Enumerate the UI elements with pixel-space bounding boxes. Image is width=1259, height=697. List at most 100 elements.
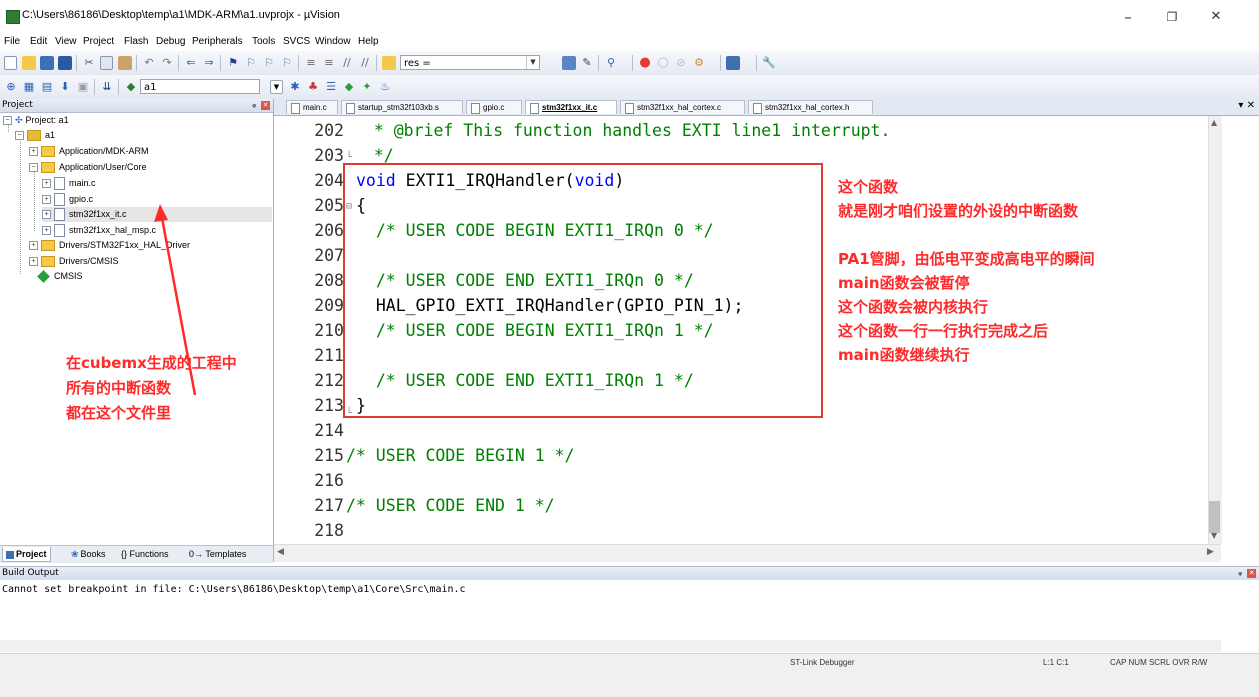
new-file-icon[interactable] xyxy=(4,56,17,70)
expand-icon[interactable]: + xyxy=(29,241,38,251)
tree-item-group[interactable]: + Application/MDK-ARM xyxy=(29,144,149,159)
menu-debug[interactable]: Debug xyxy=(156,36,185,47)
replace-icon[interactable]: ✎ xyxy=(580,56,594,70)
cut-icon[interactable]: ✂ xyxy=(82,56,96,70)
scroll-thumb[interactable] xyxy=(1209,501,1220,533)
tree-item-target[interactable]: − a1 xyxy=(15,128,55,143)
tab-list-close-icon[interactable]: ▾ ✕ xyxy=(1238,100,1255,111)
tab-templates[interactable]: 0→ Templates xyxy=(186,547,249,561)
expand-icon[interactable]: + xyxy=(29,257,38,267)
menu-flash[interactable]: Flash xyxy=(124,36,148,47)
redo-icon[interactable]: ↷ xyxy=(160,56,174,70)
uncomment-icon[interactable]: // xyxy=(358,56,372,70)
tree-item-file[interactable]: + main.c xyxy=(42,176,96,191)
bookmark-icon[interactable]: ⚑ xyxy=(226,56,240,70)
find-icon[interactable] xyxy=(562,56,576,70)
open-file-icon[interactable] xyxy=(22,56,36,70)
select-packs-icon[interactable]: ♨ xyxy=(378,80,392,94)
tree-item-file[interactable]: + gpio.c xyxy=(42,192,93,207)
batch-build-icon[interactable]: ⬇ xyxy=(58,80,72,94)
pin-icon[interactable]: ᵩ xyxy=(252,99,256,112)
zoom-icon[interactable]: ⚲ xyxy=(604,56,618,70)
comment-icon[interactable]: // xyxy=(340,56,354,70)
tab-startup-s[interactable]: startup_stm32f103xb.s xyxy=(341,100,463,114)
undo-icon[interactable]: ↶ xyxy=(142,56,156,70)
download-icon[interactable]: ⇊ xyxy=(100,80,114,94)
expand-icon[interactable]: + xyxy=(42,226,51,236)
expand-icon[interactable]: + xyxy=(42,195,51,205)
nav-forward-icon[interactable]: ⇒ xyxy=(202,56,216,70)
tree-item-group[interactable]: + Drivers/CMSIS xyxy=(29,254,119,269)
expand-icon[interactable]: + xyxy=(42,210,51,220)
menu-svcs[interactable]: SVCS xyxy=(283,36,310,47)
save-icon[interactable] xyxy=(40,56,54,70)
menu-file[interactable]: File xyxy=(4,36,20,47)
unindent-icon[interactable]: ≡ xyxy=(322,56,336,70)
line-number: 207 xyxy=(314,246,344,265)
menu-tools[interactable]: Tools xyxy=(252,36,275,47)
debug-session-icon[interactable]: ⚙ xyxy=(692,56,706,70)
editor-horizontal-scrollbar[interactable]: ◀ ▶ xyxy=(274,544,1221,562)
window-layout-icon[interactable] xyxy=(726,56,740,70)
tree-item-group[interactable]: − Application/User/Core xyxy=(29,160,147,175)
build-icon[interactable]: ▦ xyxy=(22,80,36,94)
menu-peripherals[interactable]: Peripherals xyxy=(192,36,243,47)
tree-item-project-root[interactable]: − ✣ Project: a1 xyxy=(3,113,69,128)
save-all-icon[interactable] xyxy=(58,56,72,70)
tab-functions[interactable]: {} Functions xyxy=(118,547,172,561)
bookmark-next-icon[interactable]: ⚐ xyxy=(262,56,276,70)
menu-help[interactable]: Help xyxy=(358,36,379,47)
scroll-right-icon[interactable]: ▶ xyxy=(1207,547,1214,557)
find-in-files-icon[interactable] xyxy=(382,56,396,70)
insert-breakpoint-icon[interactable]: ● xyxy=(638,56,652,70)
minimize-button[interactable]: – xyxy=(1108,4,1148,30)
manage-project-icon[interactable]: ♣ xyxy=(306,80,320,94)
rebuild-icon[interactable]: ▤ xyxy=(40,80,54,94)
tree-item-component[interactable]: CMSIS xyxy=(37,269,83,284)
close-button[interactable]: ✕ xyxy=(1196,4,1236,30)
translate-icon[interactable]: ⊕ xyxy=(4,80,18,94)
project-icon: ✣ xyxy=(15,115,23,125)
editor-vertical-scrollbar[interactable]: ▲ ▼ xyxy=(1208,116,1222,544)
tab-hal-cortex-c[interactable]: stm32f1xx_hal_cortex.c xyxy=(620,100,745,114)
annotation-right-1: 这个函数 xyxy=(838,178,899,196)
bookmark-prev-icon[interactable]: ⚐ xyxy=(244,56,258,70)
scroll-left-icon[interactable]: ◀ xyxy=(277,547,284,557)
menu-view[interactable]: View xyxy=(55,36,77,47)
stop-build-icon[interactable]: ▣ xyxy=(76,80,90,94)
disable-breakpoint-icon[interactable]: ○ xyxy=(656,56,670,70)
indent-icon[interactable]: ≡ xyxy=(304,56,318,70)
target-options-icon[interactable]: ✱ xyxy=(288,80,302,94)
pack-installer-icon[interactable]: ✦ xyxy=(360,80,374,94)
close-panel-icon[interactable]: ✕ xyxy=(1247,569,1256,578)
close-panel-icon[interactable]: ✕ xyxy=(261,101,270,110)
expand-icon[interactable]: + xyxy=(29,147,38,157)
expand-icon[interactable]: + xyxy=(42,179,51,189)
scroll-up-icon[interactable]: ▲ xyxy=(1211,118,1217,127)
find-combo[interactable]: res = ▼ xyxy=(400,55,540,70)
file-extensions-icon[interactable]: ☰ xyxy=(324,80,338,94)
menu-project[interactable]: Project xyxy=(83,36,114,47)
menu-edit[interactable]: Edit xyxy=(30,36,47,47)
clear-breakpoints-icon[interactable]: ⊘ xyxy=(674,56,688,70)
menu-window[interactable]: Window xyxy=(315,36,351,47)
tab-project[interactable]: Project xyxy=(2,547,51,562)
target-dropdown-icon[interactable]: ▼ xyxy=(270,80,283,94)
tab-books[interactable]: ❀ Books xyxy=(68,547,109,561)
nav-back-icon[interactable]: ⇐ xyxy=(184,56,198,70)
app-icon xyxy=(6,10,20,24)
tab-main-c[interactable]: main.c xyxy=(286,100,338,114)
tab-gpio-c[interactable]: gpio.c xyxy=(466,100,522,114)
tab-stm32f1xx-it-c[interactable]: stm32f1xx_it.c xyxy=(525,100,617,114)
tab-hal-cortex-h[interactable]: stm32f1xx_hal_cortex.h xyxy=(748,100,873,114)
pin-icon[interactable]: ᵩ xyxy=(1238,567,1242,580)
copy-icon[interactable] xyxy=(100,56,113,70)
manage-rte-icon[interactable]: ◆ xyxy=(342,80,356,94)
maximize-button[interactable]: ❐ xyxy=(1152,4,1192,30)
chevron-down-icon[interactable]: ▼ xyxy=(526,56,539,69)
target-combo[interactable]: a1 xyxy=(140,79,260,94)
bookmark-clear-icon[interactable]: ⚐ xyxy=(280,56,294,70)
build-horizontal-scrollbar[interactable] xyxy=(0,640,1221,652)
paste-icon[interactable] xyxy=(118,56,132,70)
configure-icon[interactable]: 🔧 xyxy=(762,56,776,70)
